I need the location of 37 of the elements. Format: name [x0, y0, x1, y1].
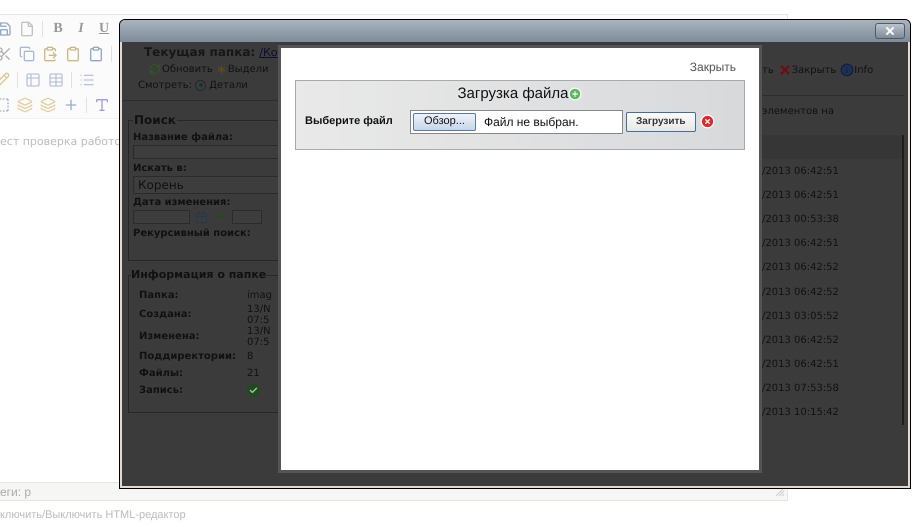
- clipboard-icon[interactable]: [88, 46, 104, 62]
- close-button[interactable]: [875, 23, 905, 39]
- format-button[interactable]: B: [50, 18, 66, 40]
- info-icon: [840, 63, 854, 77]
- arrow-icon: [213, 211, 227, 223]
- calendar-icon[interactable]: [195, 210, 208, 224]
- clipboard-icon[interactable]: [65, 46, 81, 62]
- page-icon[interactable]: [19, 20, 35, 37]
- paste-icon[interactable]: [42, 46, 58, 62]
- file-status: Файл не выбран.: [484, 114, 579, 130]
- upload-button[interactable]: Загрузить: [626, 112, 696, 132]
- copy-icon[interactable]: [19, 46, 35, 62]
- layers-icon[interactable]: [40, 97, 56, 114]
- save-icon[interactable]: [0, 20, 12, 37]
- file-label: Выберите файл: [305, 114, 394, 130]
- table-icon[interactable]: [48, 72, 64, 88]
- format-button[interactable]: I: [73, 18, 89, 40]
- close-icon: [778, 63, 792, 77]
- list-icon[interactable]: [79, 72, 95, 88]
- input-field[interactable]: [133, 145, 278, 159]
- status-text: еги: p: [0, 484, 32, 500]
- refresh-icon: [149, 63, 161, 75]
- scissors-icon[interactable]: [0, 46, 12, 62]
- browse-button[interactable]: Обзор...: [413, 112, 476, 130]
- upload-title: Загрузка файла: [458, 84, 568, 104]
- remove-icon[interactable]: [700, 114, 715, 129]
- resize-grip-icon[interactable]: [775, 486, 785, 496]
- file-input[interactable]: Обзор... Файл не выбран.: [410, 110, 623, 134]
- font-icon[interactable]: [94, 97, 110, 114]
- close-link[interactable]: Закрыть: [690, 58, 736, 76]
- add-icon[interactable]: [568, 87, 582, 102]
- toggle-editor-link[interactable]: ключить/Выключить HTML-редактор: [0, 507, 920, 524]
- close-icon: [884, 25, 896, 37]
- format-button[interactable]: U: [96, 18, 112, 40]
- check-icon: [247, 384, 260, 396]
- layers-icon[interactable]: [17, 97, 33, 114]
- table-icon[interactable]: [25, 72, 41, 88]
